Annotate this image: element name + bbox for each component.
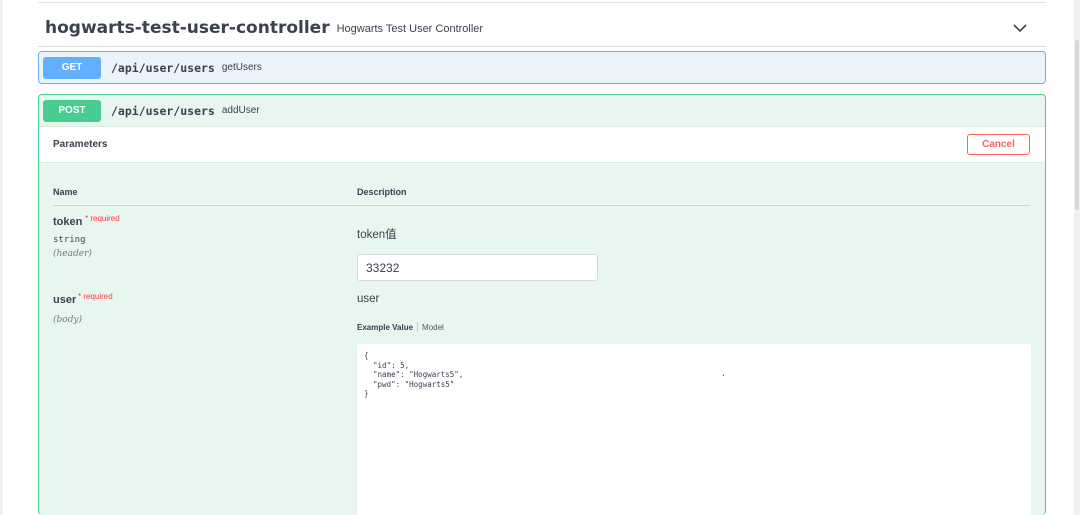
tag-name: hogwarts-test-user-controller xyxy=(45,18,330,38)
description-column-header: Description xyxy=(357,187,407,197)
operation-add-user: POST /api/user/users addUser Parameters … xyxy=(38,94,1046,515)
param-name-token: token xyxy=(53,216,83,228)
required-badge: * required xyxy=(85,214,120,223)
tag-description: Hogwarts Test User Controller xyxy=(336,23,484,35)
text-cursor: . xyxy=(721,369,726,378)
example-json[interactable]: { "id": 5, "name": "Hogwarts5", "pwd": "… xyxy=(357,344,1031,399)
operation-get-users[interactable]: GET /api/user/users getUsers xyxy=(38,51,1046,84)
operation-summary[interactable]: POST /api/user/users addUser xyxy=(39,95,1045,126)
param-description-token: token值 xyxy=(357,229,397,241)
param-description-user: user xyxy=(357,293,380,305)
parameters-title: Parameters xyxy=(53,139,108,150)
top-divider xyxy=(38,2,1046,3)
required-badge: * required xyxy=(78,292,113,301)
parameters-bar: Parameters Cancel xyxy=(39,126,1045,163)
method-badge-get: GET xyxy=(43,56,101,79)
param-location: (header) xyxy=(53,249,92,259)
operation-summary-text: addUser xyxy=(221,105,260,116)
example-value-editor[interactable]: { "id": 5, "name": "Hogwarts5", "pwd": "… xyxy=(357,344,1031,515)
tab-divider xyxy=(417,322,419,332)
tab-model[interactable]: Model xyxy=(422,323,444,332)
left-edge xyxy=(0,0,3,515)
name-column-header: Name xyxy=(53,187,78,197)
tag-header[interactable]: hogwarts-test-user-controller Hogwarts T… xyxy=(38,10,1046,47)
param-location: (body) xyxy=(53,315,83,325)
param-type: string xyxy=(53,235,86,245)
scrollbar-thumb[interactable] xyxy=(1075,40,1079,210)
operation-path: /api/user/users xyxy=(111,103,215,118)
scrollbar[interactable] xyxy=(1074,0,1080,515)
tab-example-value[interactable]: Example Value xyxy=(357,323,413,332)
header-divider xyxy=(53,205,1030,206)
cancel-button[interactable]: Cancel xyxy=(967,134,1030,155)
chevron-down-icon[interactable] xyxy=(1012,20,1028,36)
example-tabs: Example Value Model xyxy=(357,322,444,332)
token-input[interactable]: 33232 xyxy=(357,254,598,281)
method-badge-post: POST xyxy=(43,99,101,122)
operation-path: /api/user/users xyxy=(111,60,215,75)
operation-summary[interactable]: GET /api/user/users getUsers xyxy=(39,52,1045,83)
param-name-user: user xyxy=(53,294,77,306)
operation-summary-text: getUsers xyxy=(221,62,262,73)
